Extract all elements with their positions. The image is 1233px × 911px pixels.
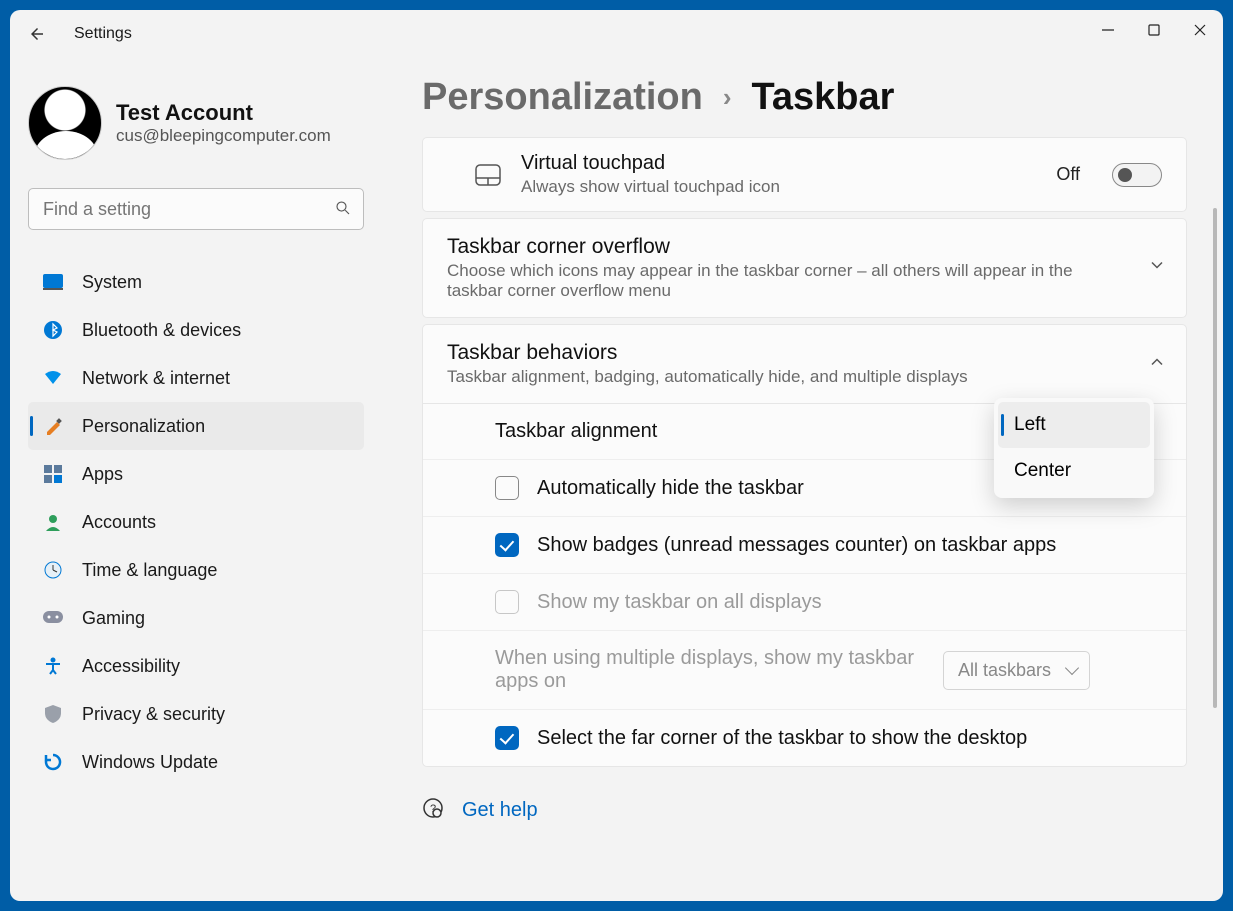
sidebar-item-apps[interactable]: Apps bbox=[28, 450, 364, 498]
time-icon bbox=[42, 561, 64, 579]
sidebar-item-accessibility[interactable]: Accessibility bbox=[28, 642, 364, 690]
row-desc: Choose which icons may appear in the tas… bbox=[447, 261, 1130, 301]
virtual-touchpad-row: Virtual touchpad Always show virtual tou… bbox=[422, 137, 1187, 212]
scrollbar-thumb[interactable] bbox=[1213, 208, 1217, 708]
gaming-icon bbox=[42, 611, 64, 625]
alldisplays-label: Show my taskbar on all displays bbox=[537, 591, 1158, 614]
help-row: ? Get help bbox=[422, 773, 1187, 824]
behaviors-expander: Taskbar behaviors Taskbar alignment, bad… bbox=[422, 324, 1187, 767]
chevron-right-icon: › bbox=[723, 82, 732, 113]
search-box bbox=[28, 188, 364, 230]
sidebar-item-privacy[interactable]: Privacy & security bbox=[28, 690, 364, 738]
row-title: Taskbar corner overflow bbox=[447, 235, 1130, 259]
behaviors-header[interactable]: Taskbar behaviors Taskbar alignment, bad… bbox=[423, 325, 1186, 403]
farcorner-row[interactable]: Select the far corner of the taskbar to … bbox=[423, 709, 1186, 766]
help-icon: ? bbox=[422, 797, 444, 824]
row-desc: Always show virtual touchpad icon bbox=[521, 177, 1036, 197]
sidebar-item-time[interactable]: Time & language bbox=[28, 546, 364, 594]
user-name: Test Account bbox=[116, 100, 331, 126]
sidebar-item-label: Privacy & security bbox=[82, 704, 225, 725]
row-title: Taskbar behaviors bbox=[447, 341, 1130, 365]
system-icon bbox=[42, 274, 64, 290]
autohide-checkbox[interactable] bbox=[495, 476, 519, 500]
bluetooth-icon bbox=[42, 321, 64, 339]
badges-label: Show badges (unread messages counter) on… bbox=[537, 534, 1158, 557]
row-title: Virtual touchpad bbox=[521, 152, 1036, 175]
breadcrumb-parent[interactable]: Personalization bbox=[422, 76, 703, 119]
apps-icon bbox=[42, 465, 64, 483]
close-icon bbox=[1194, 24, 1206, 36]
settings-window: Settings Test Account cus@bleepingcomput… bbox=[10, 10, 1223, 901]
search-input[interactable] bbox=[28, 188, 364, 230]
toggle-state-label: Off bbox=[1056, 164, 1080, 185]
sidebar-item-network[interactable]: Network & internet bbox=[28, 354, 364, 402]
user-block[interactable]: Test Account cus@bleepingcomputer.com bbox=[28, 86, 364, 160]
get-help-link[interactable]: Get help bbox=[462, 799, 538, 822]
minimize-button[interactable] bbox=[1085, 10, 1131, 50]
breadcrumb: Personalization › Taskbar bbox=[422, 76, 1187, 119]
badges-checkbox[interactable] bbox=[495, 533, 519, 557]
sidebar-item-system[interactable]: System bbox=[28, 258, 364, 306]
close-button[interactable] bbox=[1177, 10, 1223, 50]
sidebar-item-accounts[interactable]: Accounts bbox=[28, 498, 364, 546]
search-icon bbox=[334, 199, 352, 222]
avatar bbox=[28, 86, 102, 160]
maximize-button[interactable] bbox=[1131, 10, 1177, 50]
chevron-down-icon bbox=[1150, 259, 1164, 278]
app-title: Settings bbox=[74, 25, 132, 43]
badges-row[interactable]: Show badges (unread messages counter) on… bbox=[423, 516, 1186, 573]
farcorner-label: Select the far corner of the taskbar to … bbox=[537, 727, 1158, 750]
nav-list: System Bluetooth & devices Network & int… bbox=[28, 258, 364, 786]
multidisplay-label: When using multiple displays, show my ta… bbox=[495, 647, 925, 693]
sidebar-item-label: Windows Update bbox=[82, 752, 218, 773]
alldisplays-checkbox bbox=[495, 590, 519, 614]
farcorner-checkbox[interactable] bbox=[495, 726, 519, 750]
sidebar-item-label: System bbox=[82, 272, 142, 293]
shield-icon bbox=[42, 705, 64, 723]
touchpad-toggle[interactable] bbox=[1112, 163, 1162, 187]
window-controls bbox=[1085, 10, 1223, 50]
overflow-expander[interactable]: Taskbar corner overflow Choose which ico… bbox=[422, 218, 1187, 318]
accounts-icon bbox=[42, 513, 64, 531]
row-desc: Taskbar alignment, badging, automaticall… bbox=[447, 367, 1130, 387]
multidisplay-row: When using multiple displays, show my ta… bbox=[423, 630, 1186, 709]
sidebar-item-label: Accessibility bbox=[82, 656, 180, 677]
alignment-dropdown: Left Center bbox=[994, 398, 1154, 498]
content-area: Personalization › Taskbar Virtual touchp… bbox=[380, 58, 1223, 901]
sidebar-item-label: Bluetooth & devices bbox=[82, 320, 241, 341]
alignment-option-left[interactable]: Left bbox=[998, 402, 1150, 448]
sidebar-item-gaming[interactable]: Gaming bbox=[28, 594, 364, 642]
alignment-row: Taskbar alignment Left Center bbox=[423, 404, 1186, 459]
alldisplays-row: Show my taskbar on all displays bbox=[423, 573, 1186, 630]
sidebar: Test Account cus@bleepingcomputer.com Sy… bbox=[10, 58, 380, 901]
sidebar-item-label: Gaming bbox=[82, 608, 145, 629]
sidebar-item-label: Time & language bbox=[82, 560, 217, 581]
sidebar-item-label: Personalization bbox=[82, 416, 205, 437]
network-icon bbox=[42, 370, 64, 386]
multidisplay-select: All taskbars bbox=[943, 651, 1090, 690]
alignment-option-center[interactable]: Center bbox=[998, 448, 1150, 494]
svg-text:?: ? bbox=[430, 803, 436, 815]
touchpad-icon bbox=[447, 164, 501, 186]
breadcrumb-current: Taskbar bbox=[752, 76, 895, 119]
minimize-icon bbox=[1102, 24, 1114, 36]
sidebar-item-update[interactable]: Windows Update bbox=[28, 738, 364, 786]
back-arrow-icon bbox=[28, 25, 46, 43]
sidebar-item-personalization[interactable]: Personalization bbox=[28, 402, 364, 450]
sidebar-item-label: Accounts bbox=[82, 512, 156, 533]
user-email: cus@bleepingcomputer.com bbox=[116, 126, 331, 146]
behaviors-subrows: Taskbar alignment Left Center Automatica… bbox=[423, 403, 1186, 766]
maximize-icon bbox=[1148, 24, 1160, 36]
personalization-icon bbox=[42, 417, 64, 435]
sidebar-item-label: Network & internet bbox=[82, 368, 230, 389]
back-button[interactable] bbox=[28, 25, 68, 43]
accessibility-icon bbox=[42, 657, 64, 675]
chevron-up-icon bbox=[1150, 355, 1164, 374]
sidebar-item-label: Apps bbox=[82, 464, 123, 485]
sidebar-item-bluetooth[interactable]: Bluetooth & devices bbox=[28, 306, 364, 354]
titlebar: Settings bbox=[10, 10, 1223, 58]
update-icon bbox=[42, 753, 64, 771]
